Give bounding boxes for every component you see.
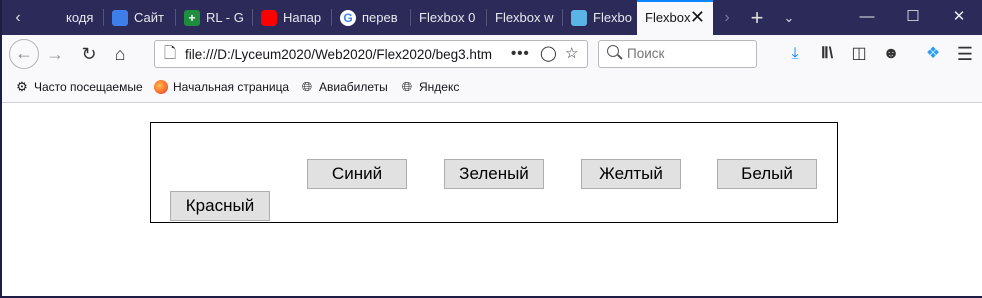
firefox-icon (154, 79, 168, 94)
tab-6[interactable]: Flexbox 0 (411, 0, 487, 35)
white-button[interactable]: Белый (717, 159, 817, 189)
blue-button[interactable]: Синий (307, 159, 407, 189)
account-icon[interactable]: ☻ (876, 39, 906, 69)
tab-7[interactable]: Flexbox w (487, 0, 563, 35)
tab-label: Flexbo (593, 10, 633, 25)
tab-1[interactable]: кодя (30, 0, 104, 35)
page-content: Красный Синий Зеленый Желтый Белый (4, 103, 982, 296)
tab-8[interactable]: Flexbo (563, 0, 637, 35)
bookmarks-toolbar: ⚙ Часто посещаемые Начальная страница 🌐︎ А… (2, 73, 982, 103)
tab-5[interactable]: Gперев (332, 0, 411, 35)
sheets-favicon-icon: + (184, 9, 200, 26)
yellow-button[interactable]: Желтый (581, 159, 681, 189)
tab-3[interactable]: + RL - G (176, 0, 253, 35)
navigation-toolbar: ← → ↻ ⌂ 🗋 file:///D:/Lyceum2020/Web2020/… (2, 35, 982, 73)
flex-container: Красный Синий Зеленый Желтый Белый (150, 122, 838, 223)
sidebar-icon[interactable]: ◫ (844, 39, 874, 69)
page-info-icon[interactable]: 🗋 (164, 41, 176, 67)
search-box[interactable] (598, 40, 757, 68)
tab-active[interactable]: Flexbox ✕ (637, 0, 713, 35)
tab-label: перев (362, 10, 398, 25)
site-favicon-icon (112, 9, 128, 26)
search-icon (607, 45, 619, 57)
tab-label: Напар (283, 10, 322, 25)
download-icon[interactable]: ⤓ (780, 39, 810, 69)
bookmark-label: Авиабилеты (319, 80, 388, 94)
browser-window: ‹ кодя Сайт + RL - G Напар Gперев Flexbox… (0, 0, 982, 298)
tab-2[interactable]: Сайт (104, 0, 176, 35)
url-text[interactable]: file:///D:/Lyceum2020/Web2020/Flex2020/b… (185, 41, 515, 68)
address-bar[interactable]: 🗋 file:///D:/Lyceum2020/Web2020/Flex2020… (154, 40, 588, 68)
tab-scroll-left-button[interactable]: ‹ (5, 0, 31, 35)
close-tab-icon[interactable]: ✕ (690, 2, 705, 33)
bookmark-aviabilety[interactable]: 🌐︎ Авиабилеты (300, 73, 388, 102)
new-tab-button[interactable]: + (744, 0, 770, 35)
maximize-button[interactable]: ☐ (890, 0, 936, 35)
page-actions-button[interactable]: ••• (511, 41, 530, 67)
minimize-button[interactable]: — (844, 0, 890, 35)
gear-icon: ⚙ (16, 78, 28, 94)
bookmark-label: Начальная страница (173, 80, 290, 94)
globe-icon: 🌐︎ (301, 78, 313, 94)
home-button[interactable]: ⌂ (105, 39, 135, 69)
tab-label: Flexbox w (495, 10, 554, 25)
extensions-icon[interactable]: ❖ (918, 39, 948, 69)
search-input[interactable] (625, 45, 749, 62)
bookmark-yandex[interactable]: 🌐︎ Яндекс (400, 73, 460, 102)
pocket-icon[interactable]: ◯ (540, 41, 557, 67)
tab-label: Сайт (134, 10, 164, 25)
menu-icon[interactable]: ☰ (950, 39, 980, 69)
tab-label: кодя (66, 10, 94, 25)
forward-button[interactable]: → (40, 39, 70, 69)
youtube-favicon-icon (261, 9, 277, 26)
reload-button[interactable]: ↻ (74, 39, 104, 69)
tab-bar: ‹ кодя Сайт + RL - G Напар Gперев Flexbox… (2, 0, 982, 35)
tab-label: Flexbox 0 (419, 10, 476, 25)
library-icon[interactable]: Ⅱ\ (812, 39, 842, 69)
bookmark-start-page[interactable]: Начальная страница (154, 73, 289, 102)
back-button[interactable]: ← (9, 39, 39, 69)
globe-icon: 🌐︎ (401, 78, 413, 94)
google-favicon-icon: G (340, 9, 356, 26)
bookmark-most-visited[interactable]: ⚙ Часто посещаемые (15, 73, 143, 102)
red-button[interactable]: Красный (170, 191, 270, 221)
close-window-button[interactable]: ✕ (936, 0, 982, 35)
bookmark-star-icon[interactable]: ☆ (565, 41, 578, 67)
tab-scroll-right-button[interactable]: › (714, 0, 740, 35)
green-button[interactable]: Зеленый (444, 159, 544, 189)
tab-4[interactable]: Напар (253, 0, 332, 35)
tab-label: Flexbox (645, 10, 691, 25)
bookmark-label: Яндекс (419, 80, 460, 94)
site-favicon-icon (571, 9, 587, 26)
bookmark-label: Часто посещаемые (34, 80, 143, 94)
list-all-tabs-button[interactable]: ⌄ (776, 0, 802, 35)
tab-label: RL - G (206, 10, 244, 25)
